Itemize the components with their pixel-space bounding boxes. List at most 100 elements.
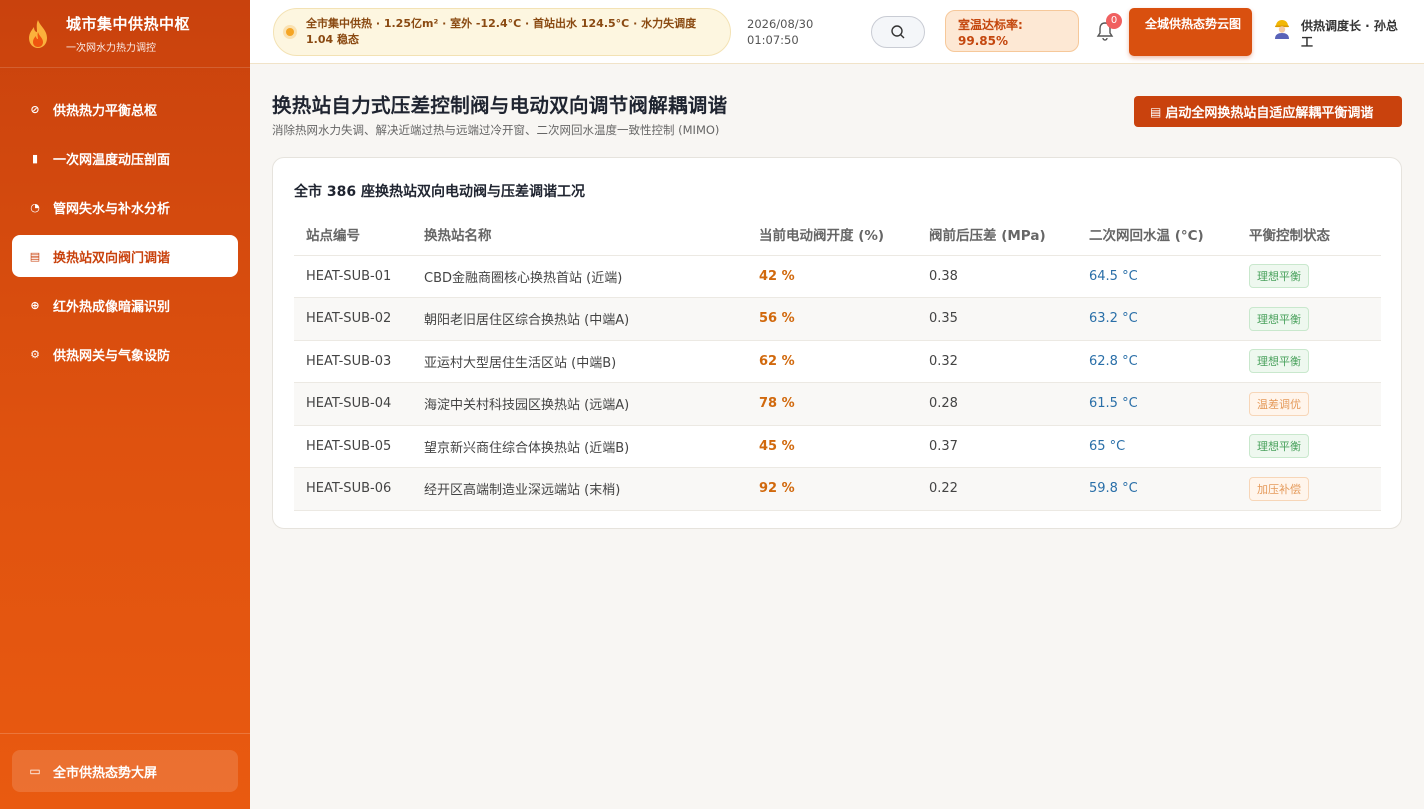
cell-station-name: CBD金融商圈核心换热首站 (近端) (424, 255, 759, 298)
cell-status: 温差调优 (1249, 382, 1381, 426)
table-row[interactable]: HEAT-SUB-01 CBD金融商圈核心换热首站 (近端) 42 % 0.38 64.… (294, 255, 1381, 298)
current-date: 2026/08/30 (747, 17, 814, 31)
cell-return-temp: 64.5 °C (1089, 255, 1249, 298)
cell-pressure-diff: 0.28 (929, 382, 1089, 426)
column-header-return-temp[interactable]: 二次网回水温 (°C) (1089, 214, 1249, 256)
cell-status: 理想平衡 (1249, 297, 1381, 341)
status-badge: 加压补偿 (1249, 476, 1309, 501)
status-badge: 温差调优 (1249, 391, 1309, 416)
cell-station-id: HEAT-SUB-05 (294, 425, 424, 468)
city-heat-cloud-button[interactable]: 全城供热态势云图 (1129, 8, 1252, 56)
sidebar-item-1[interactable]: ⊘ 供热热力平衡总枢 (12, 88, 238, 130)
substation-table-card: 全市 386 座换热站双向电动阀与压差调谐工况 站点编号 换热站名称 当前电动阀… (272, 157, 1402, 529)
substation-table: 站点编号 换热站名称 当前电动阀开度 (%) 阀前后压差 (MPa) 二次网回水… (294, 214, 1381, 511)
gauge-icon: ◔ (30, 200, 40, 214)
cell-return-temp: 65 °C (1089, 425, 1249, 468)
start-adaptive-tuning-label: 启动全网换热站自适应解耦平衡调谐 (1165, 106, 1374, 121)
column-header-opening[interactable]: 当前电动阀开度 (%) (759, 214, 929, 256)
cell-valve-opening: 78 % (759, 382, 929, 426)
monitor-icon: ▭ (29, 764, 41, 778)
cell-status: 加压补偿 (1249, 467, 1381, 511)
sidebar-item-label: 红外热成像暗漏识别 (53, 299, 171, 315)
panel-icon: ▤ (1150, 104, 1162, 119)
table-row[interactable]: HEAT-SUB-06 经开区高端制造业深远端站 (末梢) 92 % 0.22 59.8… (294, 467, 1381, 511)
cell-status: 理想平衡 (1249, 340, 1381, 383)
brand-title: 城市集中供热中枢 (66, 15, 191, 33)
cell-return-temp: 63.2 °C (1089, 297, 1249, 341)
brand-subtitle: 一次网水力热力调控 (66, 43, 156, 54)
cell-station-id: HEAT-SUB-02 (294, 297, 424, 341)
cell-station-name: 望京新兴商住综合体换热站 (近端B) (424, 425, 759, 468)
sidebar-item-2[interactable]: ▮ 一次网温度动压剖面 (12, 137, 238, 179)
search-button[interactable] (871, 16, 925, 48)
sidebar-item-label: 供热热力平衡总枢 (53, 103, 158, 119)
cell-status: 理想平衡 (1249, 255, 1381, 298)
ticker-text: 全市集中供热 · 1.25亿m² · 室外 -12.4°C · 首站出水 124… (306, 17, 697, 46)
sidebar-footer: ▭ 全市供热态势大屏 (0, 733, 250, 809)
cell-pressure-diff: 0.22 (929, 467, 1089, 511)
status-badge: 理想平衡 (1249, 434, 1309, 459)
dashboard-screen-button[interactable]: ▭ 全市供热态势大屏 (12, 750, 238, 792)
sidebar-item-label: 换热站双向阀门调谐 (53, 250, 171, 266)
cell-valve-opening: 45 % (759, 425, 929, 468)
search-icon (891, 25, 905, 39)
cell-station-id: HEAT-SUB-04 (294, 382, 424, 426)
brand: 城市集中供热中枢 一次网水力热力调控 (0, 0, 250, 68)
table-row[interactable]: HEAT-SUB-02 朝阳老旧居住区综合换热站 (中端A) 56 % 0.35 63.… (294, 297, 1381, 341)
datetime: 2026/08/30 01:07:50 (747, 16, 813, 48)
sidebar-item-label: 供热网关与气象设防 (53, 348, 171, 364)
card-title: 全市 386 座换热站双向电动阀与压差调谐工况 (294, 184, 585, 200)
table-row[interactable]: HEAT-SUB-04 海淀中关村科技园区换热站 (远端A) 78 % 0.28 61.… (294, 382, 1381, 426)
column-header-pressure[interactable]: 阀前后压差 (MPa) (929, 214, 1089, 256)
sidebar-item-3[interactable]: ◔ 管网失水与补水分析 (12, 186, 238, 228)
user-name: 供热调度长 · 孙总工 (1301, 19, 1398, 49)
cell-station-id: HEAT-SUB-01 (294, 255, 424, 298)
sidebar-item-4[interactable]: ▤ 换热站双向阀门调谐 (12, 235, 238, 277)
status-ticker: 全市集中供热 · 1.25亿m² · 室外 -12.4°C · 首站出水 124… (273, 8, 731, 56)
crosshair-icon: ⊕ (30, 298, 40, 312)
status-badge: 理想平衡 (1249, 264, 1309, 289)
sidebar-item-label: 管网失水与补水分析 (53, 201, 171, 217)
valve-panel-icon: ▤ (29, 249, 41, 263)
live-dot-icon (286, 28, 294, 36)
sidebar-item-label: 一次网温度动压剖面 (53, 152, 171, 168)
compass-icon: ⊘ (30, 102, 40, 116)
column-header-name[interactable]: 换热站名称 (424, 214, 759, 256)
cell-pressure-diff: 0.37 (929, 425, 1089, 468)
cell-status: 理想平衡 (1249, 425, 1381, 468)
table-row[interactable]: HEAT-SUB-05 望京新兴商住综合体换热站 (近端B) 45 % 0.37 65 … (294, 425, 1381, 468)
flame-icon (29, 19, 47, 48)
cell-station-id: HEAT-SUB-06 (294, 467, 424, 511)
table-header-row: 站点编号 换热站名称 当前电动阀开度 (%) 阀前后压差 (MPa) 二次网回水… (294, 214, 1381, 256)
page-title: 换热站自力式压差控制阀与电动双向调节阀解耦调谐 (272, 94, 728, 117)
cell-valve-opening: 62 % (759, 340, 929, 383)
sidebar: 城市集中供热中枢 一次网水力热力调控 ⊘ 供热热力平衡总枢 ▮ 一次网温度动压剖面 ◔ 管… (0, 0, 250, 809)
sidebar-nav: ⊘ 供热热力平衡总枢 ▮ 一次网温度动压剖面 ◔ 管网失水与补水分析 ▤ 换热站双向阀门调谐 ⊕… (0, 68, 250, 375)
cell-return-temp: 62.8 °C (1089, 340, 1249, 383)
rate-label: 室温达标率: (958, 18, 1023, 32)
column-header-status[interactable]: 平衡控制状态 (1249, 214, 1381, 256)
cell-return-temp: 61.5 °C (1089, 382, 1249, 426)
page-subtitle: 消除热网水力失调、解决近端过热与远端过冷开窗、二次网回水温度一致性控制 (MIM… (272, 123, 720, 137)
cell-station-name: 亚运村大型居住生活区站 (中端B) (424, 340, 759, 383)
column-header-id[interactable]: 站点编号 (294, 214, 424, 256)
cell-return-temp: 59.8 °C (1089, 467, 1249, 511)
table-row[interactable]: HEAT-SUB-03 亚运村大型居住生活区站 (中端B) 62 % 0.32 62.8… (294, 340, 1381, 383)
sidebar-item-5[interactable]: ⊕ 红外热成像暗漏识别 (12, 284, 238, 326)
cell-station-name: 朝阳老旧居住区综合换热站 (中端A) (424, 297, 759, 341)
top-header: 全市集中供热 · 1.25亿m² · 室外 -12.4°C · 首站出水 124… (250, 0, 1424, 64)
gear-icon: ⚙ (30, 347, 40, 361)
cell-pressure-diff: 0.32 (929, 340, 1089, 383)
cell-valve-opening: 42 % (759, 255, 929, 298)
sidebar-item-6[interactable]: ⚙ 供热网关与气象设防 (12, 333, 238, 375)
cell-station-id: HEAT-SUB-03 (294, 340, 424, 383)
dashboard-screen-label: 全市供热态势大屏 (53, 765, 158, 781)
start-adaptive-tuning-button[interactable]: ▤ 启动全网换热站自适应解耦平衡调谐 (1134, 96, 1402, 127)
bar-chart-icon: ▮ (31, 151, 39, 165)
status-badge: 理想平衡 (1249, 306, 1309, 331)
status-badge: 理想平衡 (1249, 349, 1309, 374)
user-profile[interactable]: 供热调度长 · 孙总工 (1271, 18, 1403, 50)
cell-pressure-diff: 0.38 (929, 255, 1089, 298)
current-time: 01:07:50 (747, 33, 799, 47)
cell-station-name: 海淀中关村科技园区换热站 (远端A) (424, 382, 759, 426)
